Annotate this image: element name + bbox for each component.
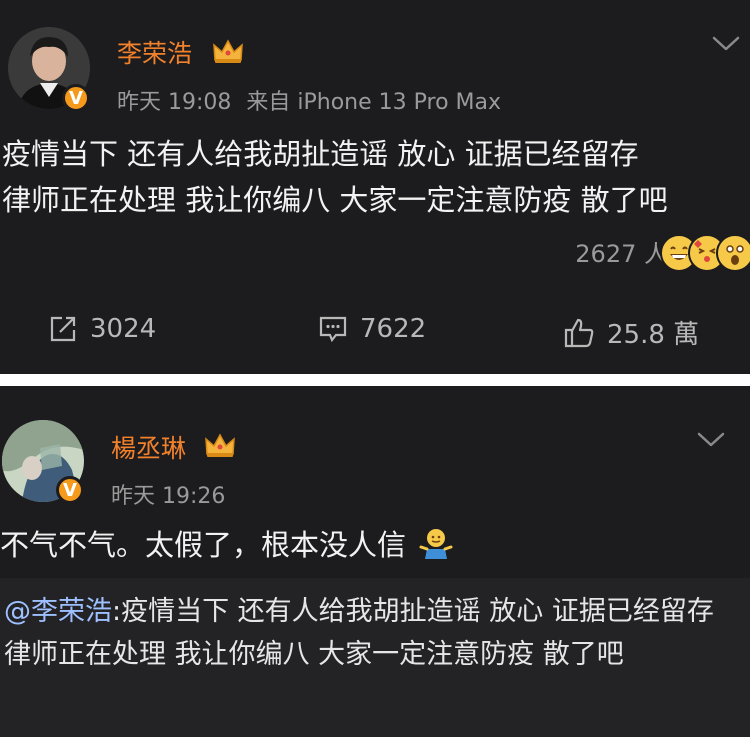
quoted-text: @李荣浩:疫情当下 还有人给我胡扯造谣 放心 证据已经留存 律师正在处理 我让你… [4,590,724,676]
repost-button[interactable]: 3024 [48,314,156,344]
quoted-user-mention[interactable]: @李荣浩 [4,596,112,627]
reactions-count[interactable]: 2627 人 [575,234,668,269]
emoji-shock-icon [716,234,750,272]
like-count: 25.8 萬 [607,320,700,350]
crown-icon [213,39,243,63]
weibo-post-card-2: V 楊丞琳 昨天 19:26 不气不气。太假了，根本没人信 @李荣浩:疫情当下 … [0,386,750,737]
verified-badge-icon: V [62,84,90,112]
repost-count: 3024 [90,314,157,344]
post-time: 昨天 19:08 [117,90,232,115]
post-time: 昨天 19:26 [111,484,226,509]
crown-icon [205,433,235,457]
comment-icon [319,316,347,343]
quoted-original-post[interactable]: @李荣浩:疫情当下 还有人给我胡扯造谣 放心 证据已经留存 律师正在处理 我让你… [0,578,750,737]
like-icon [564,318,594,347]
username[interactable]: 李荣浩 [117,34,192,70]
card-divider [0,374,750,386]
weibo-post-card-1: V 李荣浩 昨天 19:08 来自 iPhone 13 Pro Max 疫情当下… [0,0,750,374]
comment-button[interactable]: 7622 [318,314,426,344]
chevron-down-icon[interactable] [697,432,725,448]
comment-count: 7622 [360,314,427,344]
post-meta: 昨天 19:08 来自 iPhone 13 Pro Max [117,84,501,116]
emoji-shrug-icon [419,529,453,559]
repost-icon [50,316,76,342]
post-text-line-1: 疫情当下 还有人给我胡扯造谣 放心 证据已经留存 [2,137,639,171]
chevron-down-icon[interactable] [712,36,740,52]
reaction-emojis[interactable] [660,234,750,272]
comment-text: 不气不气。太假了，根本没人信 [0,528,407,562]
action-bar: 3024 7622 25.8 萬 [0,300,750,364]
username[interactable]: 楊丞琳 [111,429,186,465]
like-button[interactable]: 25.8 萬 [563,314,699,351]
post-text-line-2: 律师正在处理 我让你编八 大家一定注意防疫 散了吧 [2,183,668,217]
verified-badge-icon: V [56,476,84,504]
repost-comment-text: 不气不气。太假了，根本没人信 [0,523,453,567]
post-source: 来自 iPhone 13 Pro Max [246,90,502,115]
